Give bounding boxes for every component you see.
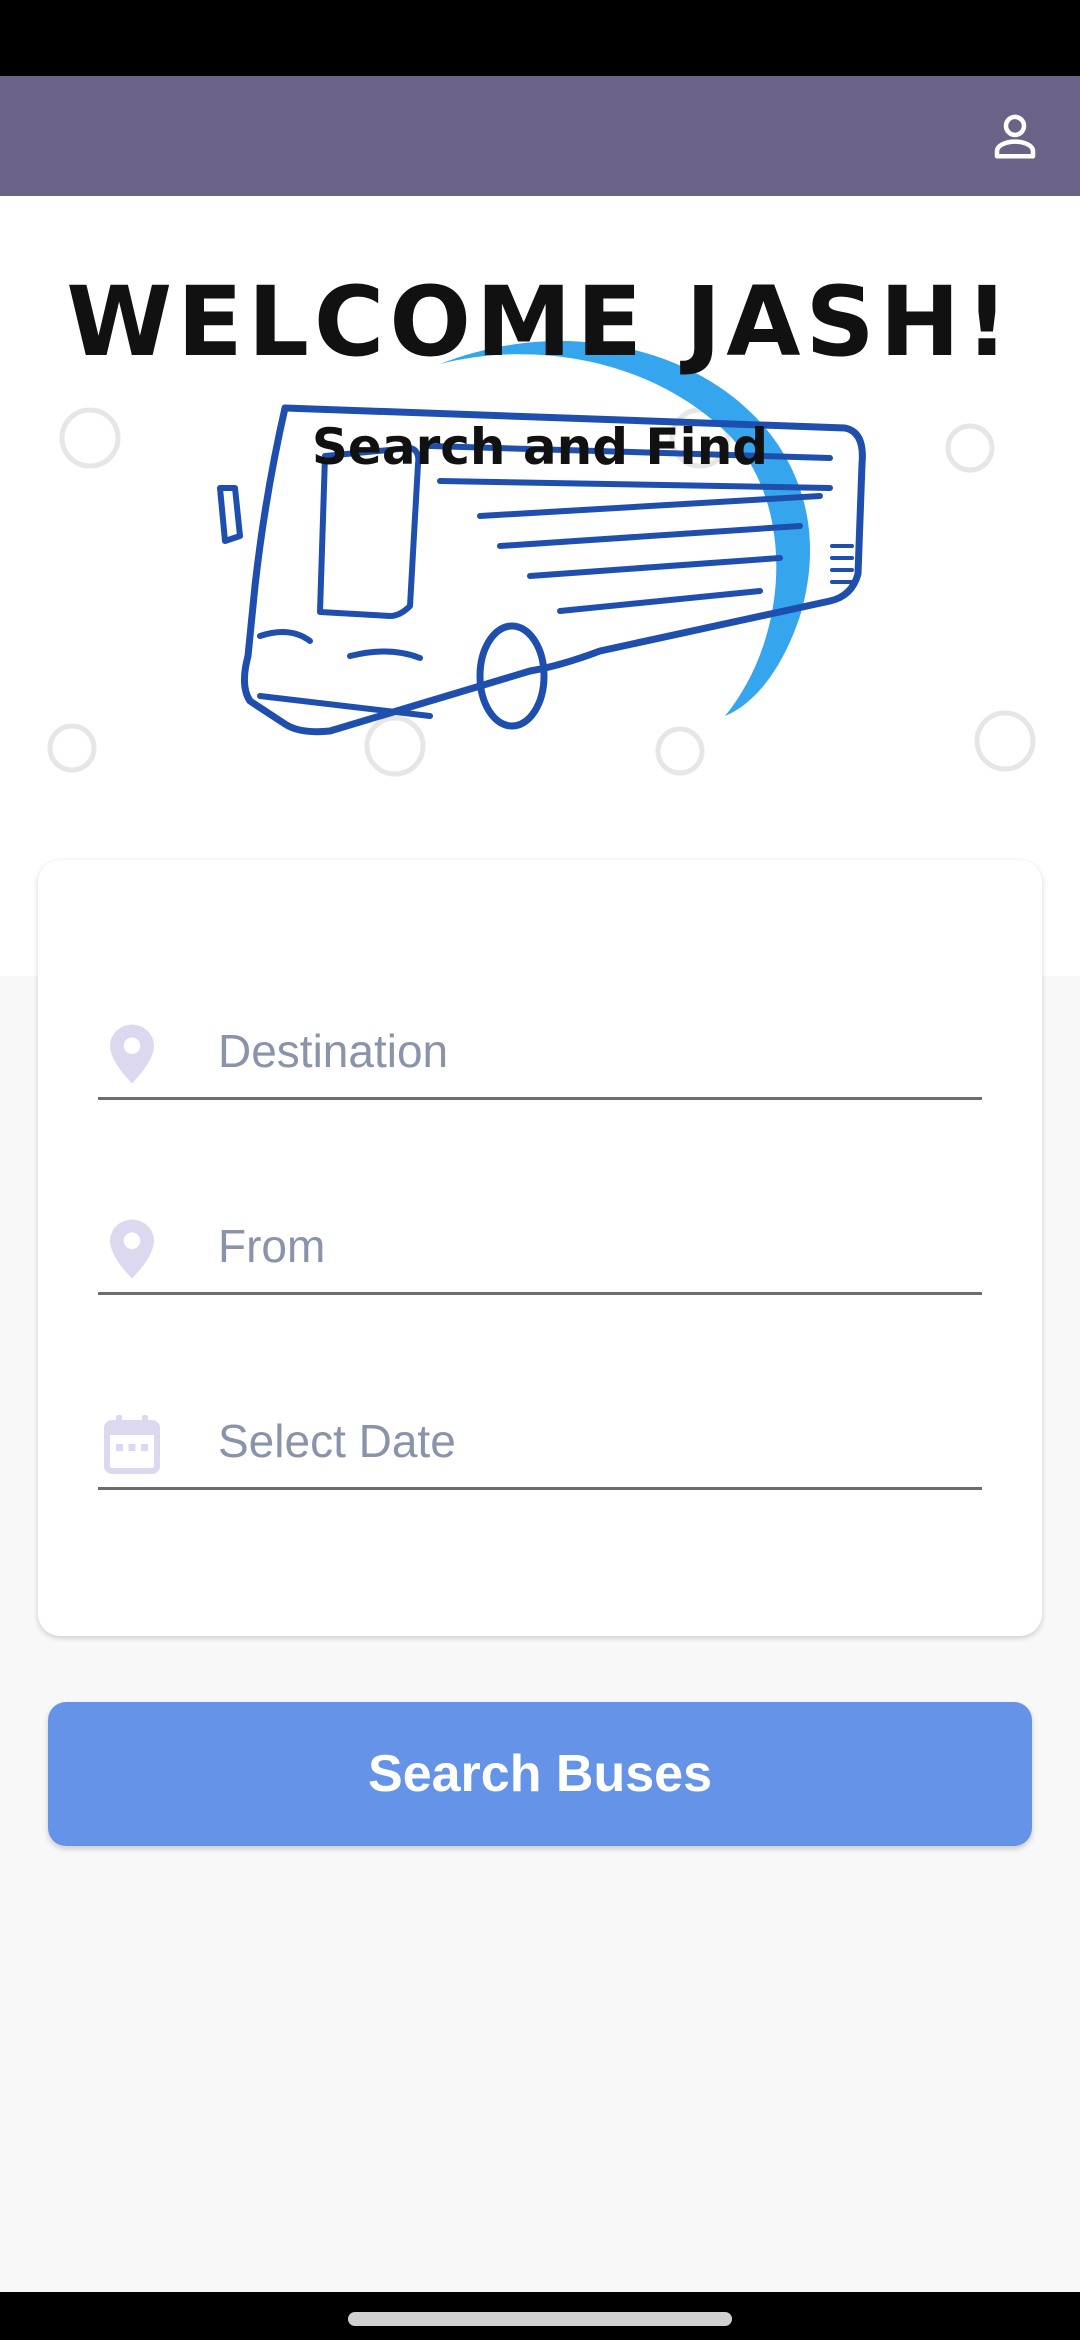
from-placeholder: From (218, 1220, 326, 1272)
destination-placeholder: Destination (218, 1025, 449, 1077)
system-nav-bar (0, 2292, 1080, 2340)
search-form-card: Destination From Select Date (38, 860, 1042, 1636)
location-pin-icon (104, 1217, 160, 1281)
date-field[interactable]: Select Date (98, 1390, 982, 1490)
profile-button[interactable] (950, 76, 1080, 196)
home-gesture-handle[interactable] (348, 2312, 732, 2326)
hero-banner: WELCOME JASH! Search and Find (0, 196, 1080, 976)
search-buses-button[interactable]: Search Buses (48, 1702, 1032, 1846)
app-bar (0, 76, 1080, 196)
date-placeholder: Select Date (218, 1415, 456, 1467)
tagline: Search and Find (311, 418, 769, 476)
location-pin-icon (104, 1022, 160, 1086)
status-bar (0, 0, 1080, 76)
calendar-icon (104, 1412, 160, 1476)
person-outline-icon (994, 114, 1036, 159)
destination-field[interactable]: Destination (98, 1000, 982, 1100)
from-field[interactable]: From (98, 1195, 982, 1295)
welcome-title: WELCOME JASH! (66, 266, 1014, 378)
